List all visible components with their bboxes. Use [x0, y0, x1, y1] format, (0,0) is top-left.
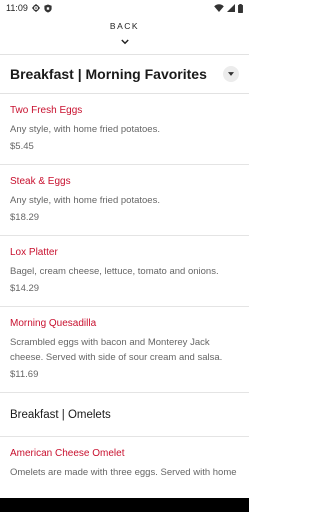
menu-item-description: Scrambled eggs with bacon and Monterey J… [10, 337, 223, 363]
back-label: BACK [109, 20, 140, 31]
chevron-down-icon [120, 32, 129, 50]
wifi-icon [214, 4, 224, 12]
status-right [214, 3, 243, 13]
shield-icon [44, 4, 52, 13]
menu-item-name: Two Fresh Eggs [10, 105, 83, 116]
section-header[interactable]: Breakfast | Morning Favorites [0, 55, 249, 93]
section-title: Breakfast | Morning Favorites [10, 66, 207, 82]
gear-icon [31, 4, 40, 12]
menu-item-description: Bagel, cream cheese, lettuce, tomato and… [10, 266, 219, 277]
menu-item[interactable]: Morning Quesadilla Scrambled eggs with b… [0, 307, 249, 393]
status-time: 11:09 [6, 3, 28, 13]
status-bar: 11:09 [0, 0, 249, 16]
system-nav-bar [0, 498, 249, 512]
menu-item-name: American Cheese Omelet [10, 448, 125, 459]
signal-icon [227, 4, 235, 12]
menu-item-description: Any style, with home fried potatoes. [10, 124, 160, 135]
caret-down-icon [228, 72, 234, 76]
subsection-title: Breakfast | Omelets [10, 408, 111, 421]
menu-item-price: $14.29 [10, 283, 40, 294]
menu-item-description: Any style, with home fried potatoes. [10, 195, 160, 206]
menu-item-price: $5.45 [10, 141, 34, 152]
menu-item-price: $18.29 [10, 212, 40, 223]
section-toggle-button[interactable] [223, 66, 239, 82]
menu-item-name: Morning Quesadilla [10, 318, 97, 329]
menu-item[interactable]: Two Fresh Eggs Any style, with home frie… [0, 94, 249, 165]
menu-item-name: Steak & Eggs [10, 176, 71, 187]
menu-item-description: Omelets are made with three eggs. Served… [10, 467, 237, 483]
battery-icon [238, 3, 243, 13]
status-left: 11:09 [6, 3, 52, 13]
menu-item[interactable]: American Cheese Omelet Omelets are made … [0, 437, 249, 483]
subsection-header[interactable]: Breakfast | Omelets [0, 393, 249, 437]
back-button[interactable]: BACK [0, 16, 249, 54]
menu-item[interactable]: Steak & Eggs Any style, with home fried … [0, 165, 249, 236]
menu-item-name: Lox Platter [10, 247, 58, 258]
menu-item[interactable]: Lox Platter Bagel, cream cheese, lettuce… [0, 236, 249, 307]
menu-item-price: $11.69 [10, 369, 39, 380]
